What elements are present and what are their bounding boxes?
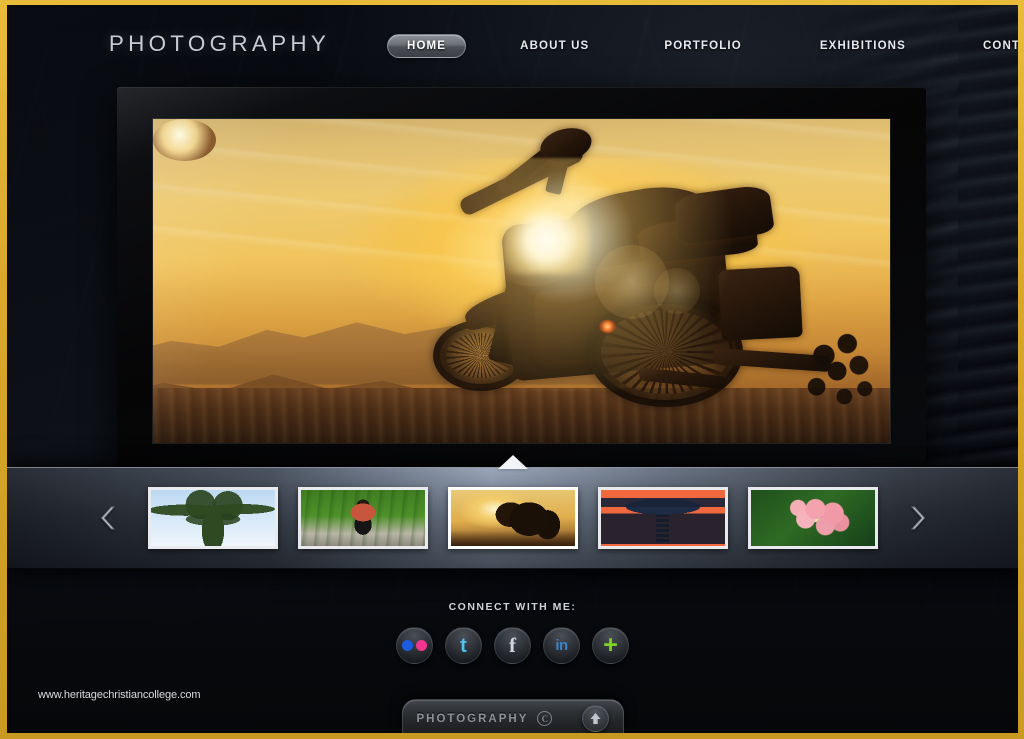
connect-section: CONNECT WITH ME: t f in + (7, 601, 1018, 664)
connect-label: CONNECT WITH ME: (448, 601, 577, 613)
nav-item-about-us[interactable]: ABOUT US (510, 34, 599, 58)
thumbnail-1[interactable] (147, 487, 278, 549)
thumbnail-strip-inner (7, 468, 1018, 568)
site-header: PHOTOGRAPHY HOME ABOUT US PORTFOLIO EXHI… (7, 5, 1018, 83)
thumbnail-2[interactable] (297, 487, 428, 549)
hero-image-motorcycle-sunset[interactable] (153, 119, 890, 443)
hero-lens-flare (477, 190, 588, 287)
thumbnail-slider (7, 455, 1018, 569)
facebook-icon[interactable]: f (494, 627, 531, 664)
hero-slideshow-frame (117, 87, 926, 475)
chevron-right-icon[interactable] (904, 498, 930, 538)
bottom-dock: PHOTOGRAPHY C (401, 699, 624, 733)
chevron-left-icon[interactable] (96, 498, 122, 538)
flickr-icon[interactable] (396, 627, 433, 664)
plus-glyph: + (603, 630, 618, 659)
thumbnail-4-tower (656, 513, 669, 544)
arrow-up-icon[interactable] (581, 705, 609, 732)
hero-lens-flare (654, 268, 701, 315)
copyright-icon[interactable]: C (537, 711, 553, 726)
page-viewport: PHOTOGRAPHY HOME ABOUT US PORTFOLIO EXHI… (7, 5, 1018, 733)
thumbnail-3-active[interactable] (447, 487, 578, 549)
nav-item-portfolio[interactable]: PORTFOLIO (654, 34, 751, 58)
nav-item-home[interactable]: HOME (387, 34, 467, 58)
twitter-icon[interactable]: t (445, 627, 482, 664)
active-thumbnail-pointer (497, 455, 528, 469)
linkedin-glyph: in (555, 637, 568, 654)
thumbnail-5[interactable] (747, 487, 878, 549)
hero-tree-silhouette (801, 326, 876, 424)
flickr-dots (402, 640, 427, 651)
plus-icon[interactable]: + (592, 627, 629, 664)
motorcycle-headlight (153, 119, 216, 162)
linkedin-icon[interactable]: in (543, 627, 580, 664)
facebook-glyph: f (509, 633, 516, 657)
main-navigation: HOME ABOUT US PORTFOLIO EXHIBITIONS CONT… (387, 34, 1018, 58)
site-logo[interactable]: PHOTOGRAPHY (109, 31, 330, 57)
nav-item-exhibitions[interactable]: EXHIBITIONS (810, 34, 916, 58)
twitter-glyph: t (460, 634, 467, 657)
nav-item-contact-us[interactable]: CONTACT US (973, 34, 1018, 58)
dock-title: PHOTOGRAPHY (416, 712, 529, 725)
page-frame: PHOTOGRAPHY HOME ABOUT US PORTFOLIO EXHI… (0, 0, 1024, 739)
social-links: t f in + (7, 627, 1018, 664)
thumbnail-4[interactable] (597, 487, 728, 549)
watermark-url: www.heritagechristiancollege.com (38, 689, 201, 701)
